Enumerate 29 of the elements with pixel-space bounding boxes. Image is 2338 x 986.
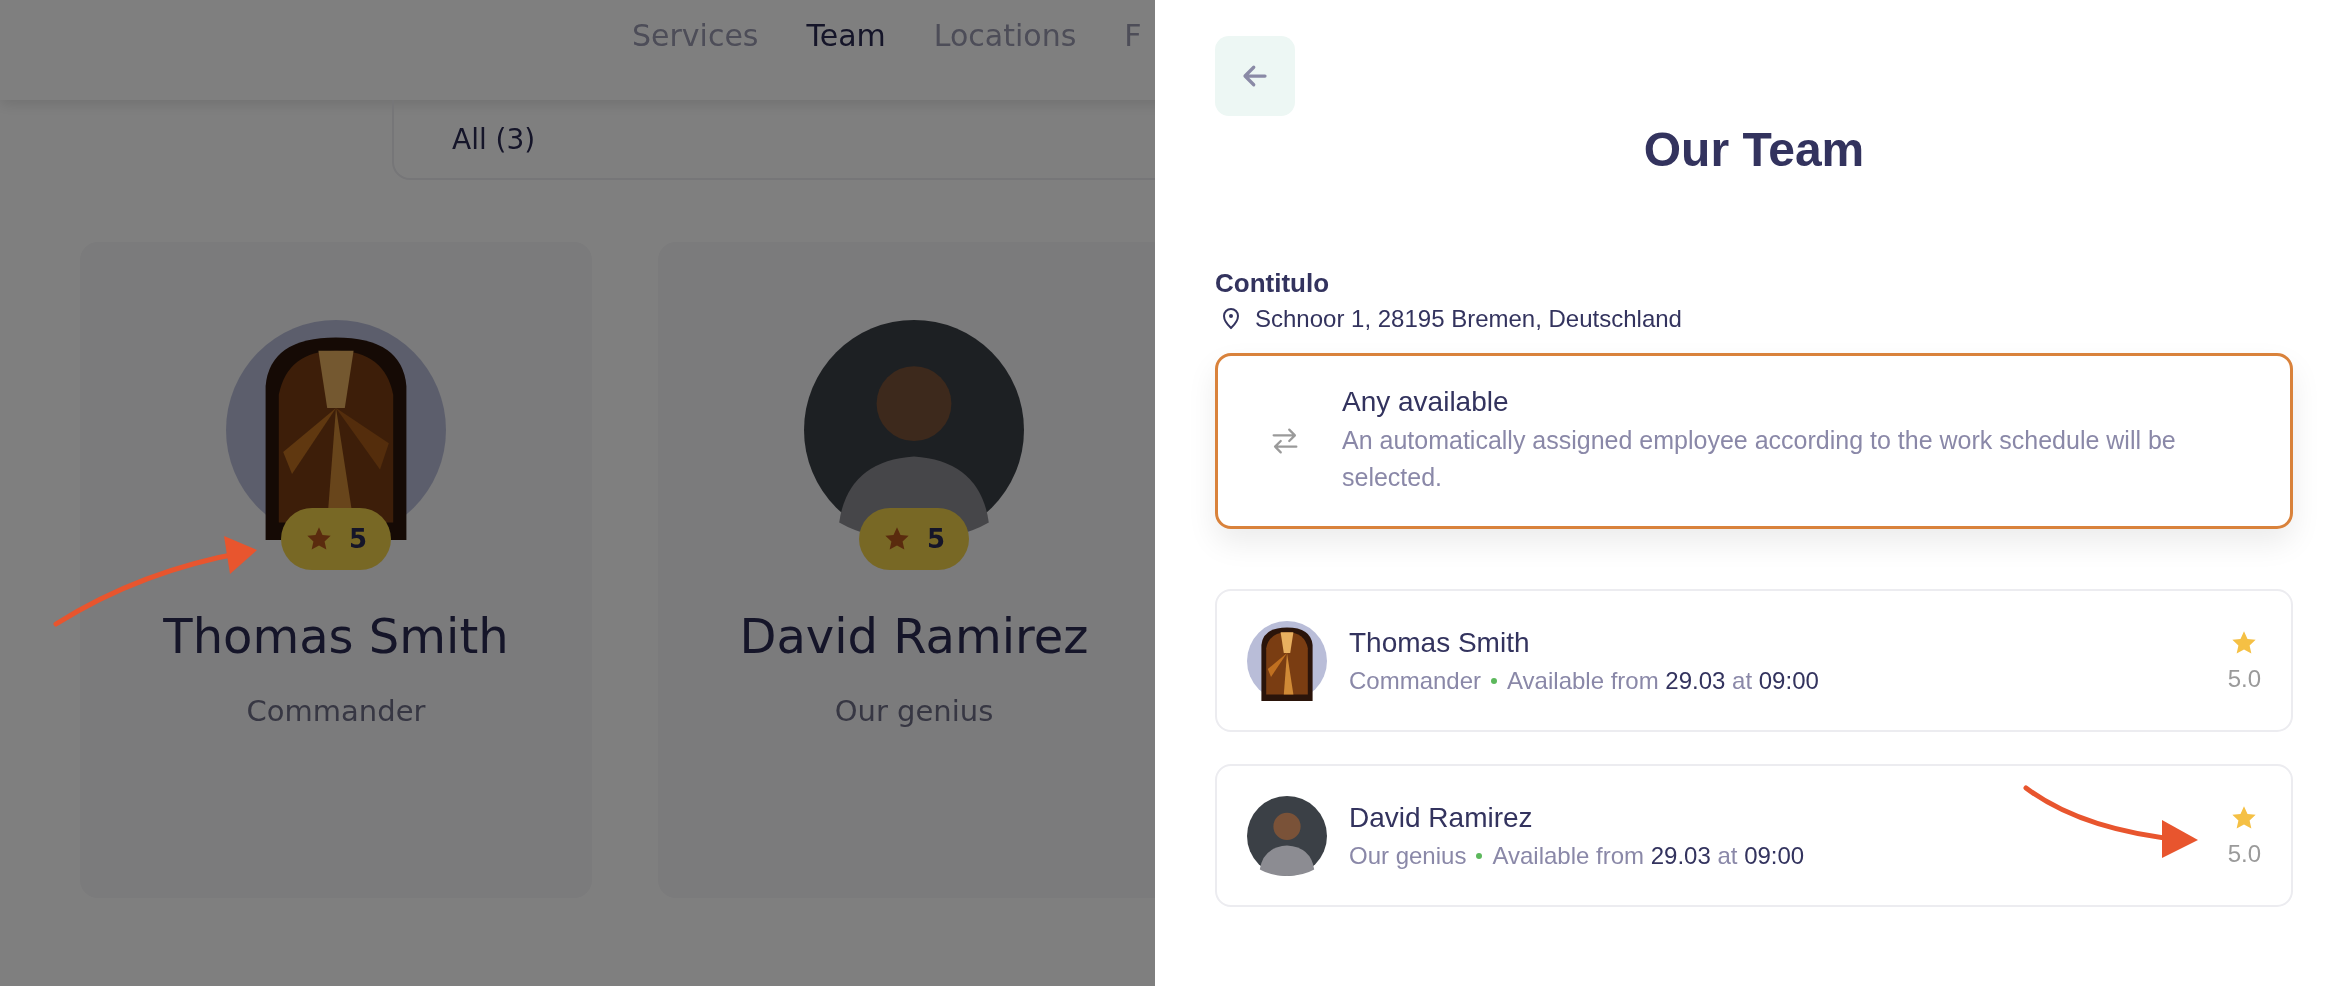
employee-name: David Ramirez — [1349, 801, 1534, 834]
employee-name: Thomas Smith — [1349, 626, 1531, 659]
employee-role: Our genius — [1349, 841, 1467, 870]
member-role: Commander — [246, 694, 426, 728]
option-description: An automatically assigned employee according to the work schedule will be selected. — [1342, 425, 2177, 493]
team-card[interactable]: 5 Thomas Smith Commander — [80, 242, 592, 898]
separator-dot-icon — [1476, 852, 1483, 859]
availability-text: Available from 29.03 at 09:00 — [1507, 666, 1819, 695]
rating-value: 5.0 — [2227, 839, 2261, 868]
team-card[interactable]: 5 David Ramirez Our genius — [658, 242, 1155, 898]
filter-tab[interactable]: All (3) — [452, 122, 536, 156]
separator-dot-icon — [1491, 677, 1498, 684]
availability-text: Available from 29.03 at 09:00 — [1492, 841, 1805, 870]
member-name: Thomas Smith — [163, 608, 509, 664]
member-role: Our genius — [834, 694, 994, 728]
rating-badge: 5 — [859, 508, 969, 570]
any-available-option[interactable]: Any available An automatically assigned employee according to the work schedule will be selected. — [1215, 353, 2293, 529]
employee-role: Commander — [1349, 666, 1482, 695]
location-name: Contitulo — [1215, 268, 1331, 299]
member-name: David Ramirez — [739, 608, 1089, 664]
location-address: Schnoor 1, 28195 Bremen, Deutschland — [1255, 305, 1682, 333]
nav-link[interactable]: Team — [806, 18, 886, 53]
rating-value: 5.0 — [2227, 664, 2261, 693]
rating-badge: 5 — [281, 508, 391, 570]
option-title: Any available — [1342, 386, 1510, 418]
drawer-title: Our Team — [1642, 122, 1866, 178]
employee-option[interactable]: David Ramirez Our genius Available from 29.03 at 09:00 5.0 — [1215, 764, 2293, 907]
employee-option[interactable]: Thomas Smith Commander Available from 29.03 at 09:00 5.0 — [1215, 589, 2293, 732]
back-button[interactable] — [1215, 36, 1295, 116]
